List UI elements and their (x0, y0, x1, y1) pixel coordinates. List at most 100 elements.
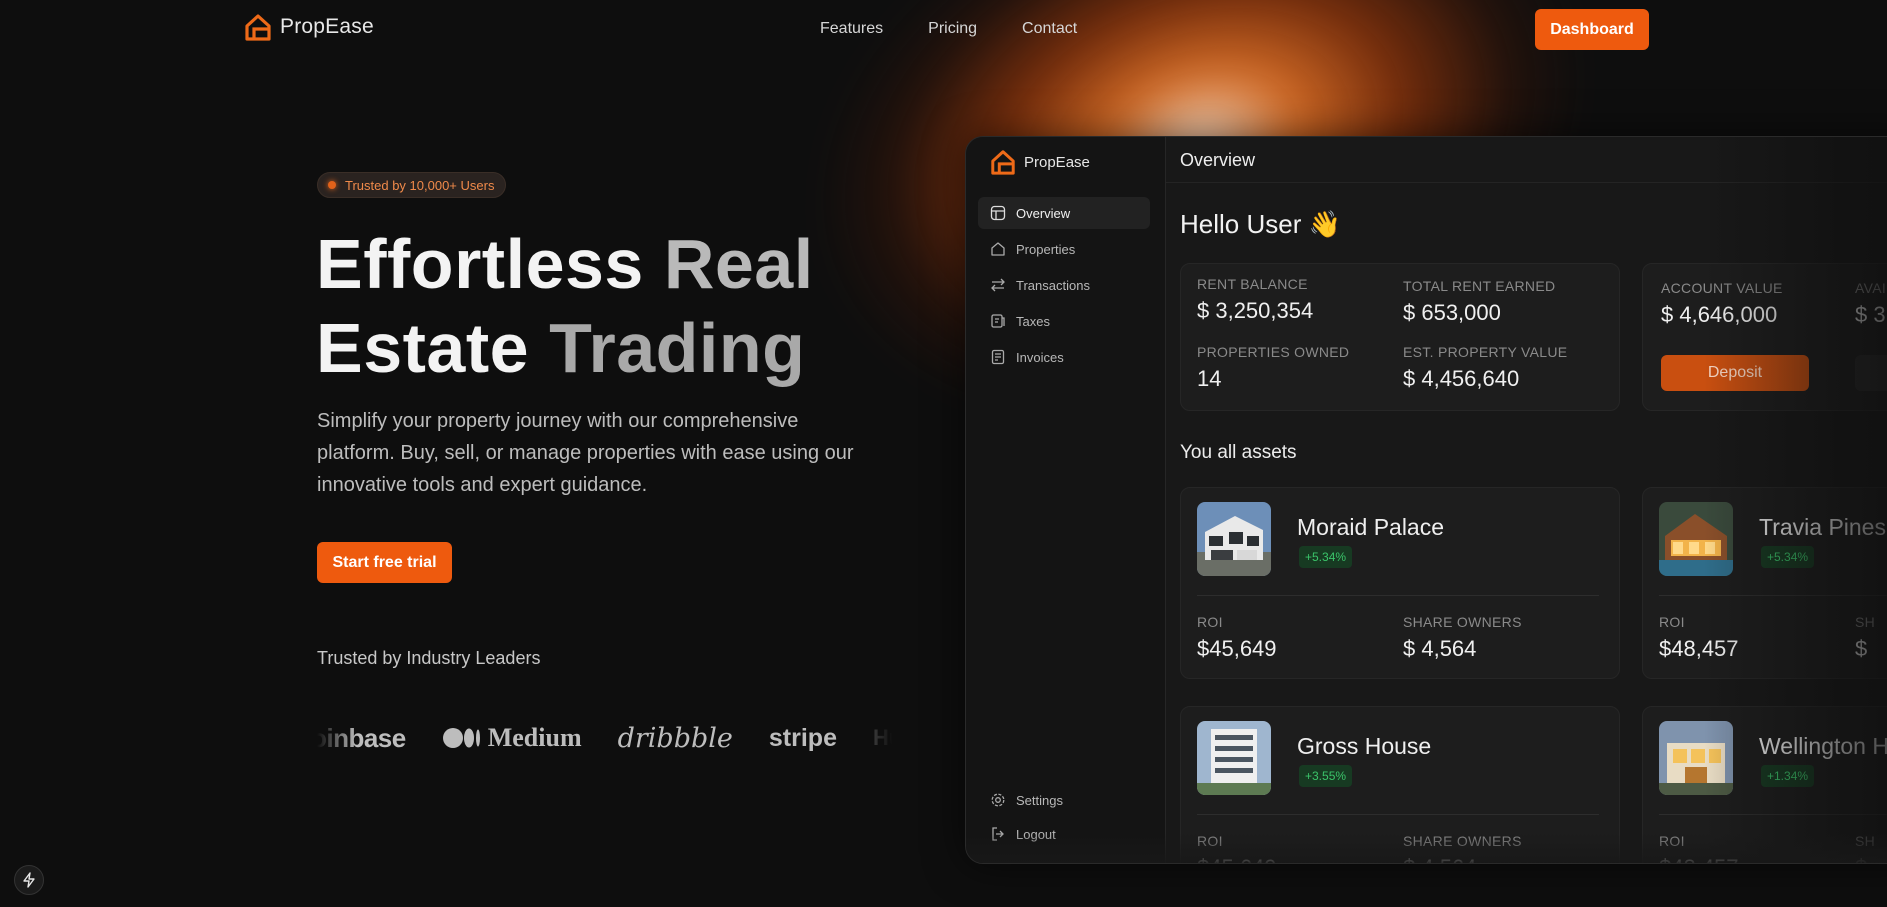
stat-value: $ 4,564 (1403, 636, 1477, 661)
stat-value: $ (1855, 855, 1867, 863)
asset-name: Moraid Palace (1297, 514, 1445, 540)
badge-dot-icon (328, 181, 336, 189)
property-image (1659, 721, 1733, 795)
hero-subtitle: Simplify your property journey with our … (317, 410, 854, 496)
brand-logos-marquee: coinbase Medium dribbble stripe HubSpot (317, 718, 893, 758)
change-badge: +3.55% (1299, 765, 1353, 787)
sidebar-item-transactions[interactable]: Transactions (978, 269, 1150, 301)
sidebar-item-logout[interactable]: Logout (978, 818, 1150, 850)
asset-card[interactable]: Moraid Palace +5.34% ROI $45,649 SHARE O… (1180, 487, 1620, 679)
property-image (1659, 502, 1733, 576)
dashboard-button[interactable]: Dashboard (1535, 9, 1649, 50)
asset-card[interactable]: Travia Pines +5.34% ROI $48,457 SH $ (1642, 487, 1887, 679)
stat-value: $48,457 (1659, 636, 1739, 661)
sidebar-item-label: Transactions (1016, 277, 1090, 293)
coinbase-logo: coinbase (317, 722, 406, 753)
stat-label: EST. PROPERTY VALUE (1403, 344, 1568, 360)
asset-name: Travia Pines (1759, 514, 1886, 540)
trusted-label: Trusted by Industry Leaders (317, 648, 541, 668)
stat-value: $ 3 (1855, 302, 1886, 327)
stat-value: $ (1855, 636, 1868, 661)
hero-title-word: Trading (549, 309, 806, 387)
stat-value: $ 4,456,640 (1403, 366, 1520, 391)
stat-value: $45,649 (1197, 855, 1277, 863)
withdraw-button[interactable] (1855, 355, 1887, 391)
change-badge: +5.34% (1761, 546, 1815, 568)
medium-logo: Medium (442, 723, 582, 753)
sidebar-item-taxes[interactable]: Taxes (978, 305, 1150, 337)
house-logo-icon (991, 150, 1015, 175)
stat-value: $ 653,000 (1403, 300, 1501, 325)
nav-link-contact[interactable]: Contact (1022, 20, 1077, 38)
stat-label: SH (1855, 833, 1876, 849)
page-title: Overview (1180, 150, 1256, 170)
property-image (1197, 721, 1271, 795)
stat-value: $45,649 (1197, 636, 1277, 661)
asset-card[interactable]: Wellington H +1.34% ROI $48,457 SH $ (1642, 706, 1887, 863)
stat-label: ACCOUNT VALUE (1661, 280, 1783, 296)
sidebar-item-settings[interactable]: Settings (978, 784, 1150, 816)
asset-card[interactable]: Gross House +3.55% ROI $45,649 SHARE OWN… (1180, 706, 1620, 863)
sidebar-item-properties[interactable]: Properties (978, 233, 1150, 265)
sidebar-item-label: Invoices (1016, 349, 1064, 365)
hero-title-word: Real (663, 225, 814, 303)
stats-card: RENT BALANCE $ 3,250,354 TOTAL RENT EARN… (1180, 263, 1620, 411)
change-badge: +5.34% (1299, 546, 1353, 568)
divider (1659, 814, 1887, 815)
stripe-logo: stripe (768, 723, 837, 752)
app-brand: PropEase (990, 149, 1090, 175)
layout-icon (990, 205, 1006, 221)
invoice-icon (991, 349, 1005, 365)
medium-logo-text: Medium (487, 723, 582, 752)
stat-label: AVAI (1855, 280, 1887, 296)
asset-name: Gross House (1297, 733, 1432, 759)
badge-text: Trusted by 10,000+ Users (345, 177, 495, 193)
stat-label: SHARE OWNERS (1403, 833, 1522, 849)
home-icon (991, 242, 1005, 256)
sidebar-item-label: Overview (1016, 205, 1071, 221)
sidebar-item-label: Settings (1016, 792, 1063, 808)
greeting: Hello User 👋 (1180, 209, 1341, 239)
sidebar-item-label: Taxes (1016, 313, 1050, 329)
stat-label: PROPERTIES OWNED (1197, 344, 1350, 360)
house-logo-icon (245, 14, 271, 41)
deposit-button[interactable]: Deposit (1661, 355, 1809, 391)
stat-value: 14 (1197, 366, 1222, 391)
account-card: ACCOUNT VALUE $ 4,646,000 AVAI $ 3 Depos… (1642, 263, 1887, 411)
sidebar-item-label: Properties (1016, 241, 1076, 257)
stat-label: ROI (1659, 833, 1685, 849)
sidebar-item-overview[interactable]: Overview (978, 197, 1150, 229)
property-image (1197, 502, 1271, 576)
app-sidebar: PropEase Overview Properties Transaction… (966, 137, 1166, 863)
trust-badge: Trusted by 10,000+ Users (317, 172, 507, 198)
dribbble-logo: dribbble (617, 722, 733, 754)
hero-title: Effortless Real Estate Trading (316, 222, 836, 390)
asset-name: Wellington H (1759, 733, 1887, 759)
hubspot-logo: HubSpot (873, 725, 893, 750)
nav-links: Features Pricing Contact (820, 20, 1077, 38)
stat-label: SHARE OWNERS (1403, 614, 1522, 630)
sidebar-item-invoices[interactable]: Invoices (978, 341, 1150, 373)
nav-link-pricing[interactable]: Pricing (928, 20, 977, 38)
logout-icon (992, 827, 1004, 841)
app-header: Overview (1166, 137, 1887, 183)
divider (1197, 814, 1599, 815)
stat-label: SH (1855, 614, 1876, 630)
medium-dots-icon (442, 728, 480, 748)
receipt-icon (991, 314, 1005, 328)
hero-title-word: Effortless (316, 225, 644, 303)
stat-value: $ 3,250,354 (1197, 298, 1314, 323)
stat-label: RENT BALANCE (1197, 276, 1308, 292)
arrows-icon (991, 278, 1005, 292)
brand-logo[interactable]: PropEase (244, 13, 374, 41)
stat-value: $48,457 (1659, 855, 1739, 863)
app-brand-name: PropEase (1024, 153, 1090, 171)
start-free-trial-button[interactable]: Start free trial (317, 542, 452, 583)
change-badge: +1.34% (1761, 765, 1815, 787)
divider (1197, 595, 1599, 596)
landing-page: PropEase Features Pricing Contact Dashbo… (0, 0, 1887, 907)
bolt-icon[interactable] (14, 865, 44, 895)
brand-name: PropEase (280, 15, 374, 38)
stat-value: $ 4,646,000 (1661, 302, 1778, 327)
nav-link-features[interactable]: Features (820, 20, 883, 38)
